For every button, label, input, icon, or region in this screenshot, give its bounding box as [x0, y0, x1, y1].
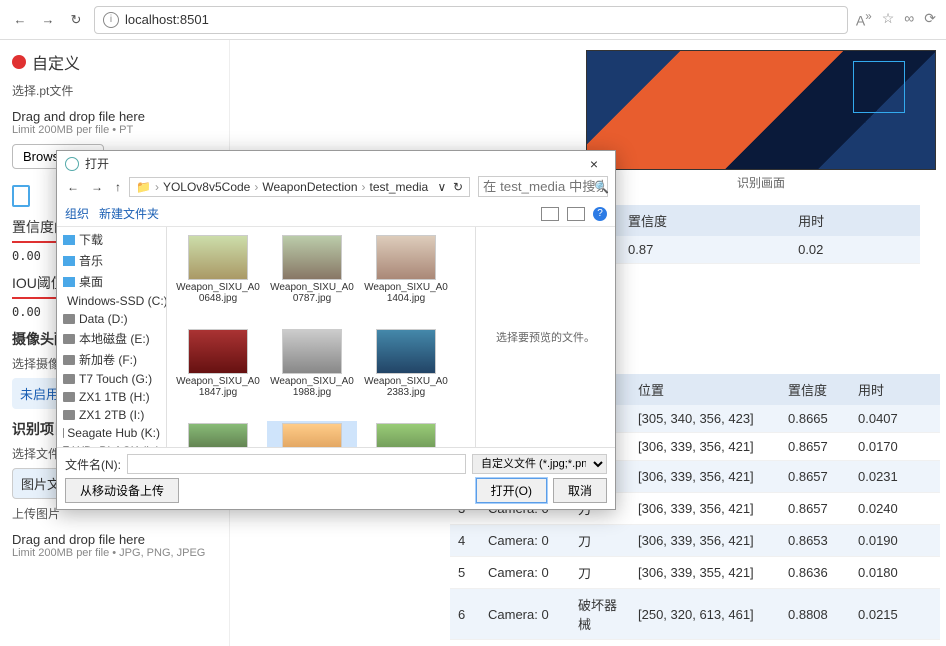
thumbnail-icon	[188, 423, 248, 447]
breadcrumb[interactable]: 📁 › YOLOv8v5Code › WeaponDetection › tes…	[129, 177, 470, 197]
help-icon[interactable]: ?	[593, 207, 607, 221]
thumbnail-icon	[376, 235, 436, 280]
file-filter-select[interactable]: 自定义文件 (*.jpg;*.png;*.jpeg)	[472, 454, 607, 474]
file-name: Weapon_SIXU_A00648.jpg	[175, 282, 261, 304]
preview-hint: 选择要预览的文件。	[496, 329, 595, 345]
th-conf: 置信度	[620, 205, 790, 236]
text-size-icon[interactable]: A»	[856, 10, 872, 29]
preview-pane: 选择要预览的文件。	[475, 227, 615, 447]
edge-icon	[65, 157, 79, 171]
tree-item[interactable]: Data (D:)	[57, 310, 166, 328]
sync-icon[interactable]: ⟳	[924, 10, 936, 29]
tree-item[interactable]: 下载	[57, 229, 166, 250]
new-folder-button[interactable]: 新建文件夹	[99, 205, 159, 222]
dialog-title: 打开	[85, 155, 109, 172]
drop-sub: Limit 200MB per file • PT	[12, 124, 217, 136]
file-item[interactable]: Weapon_SIXU_A01404.jpg	[361, 233, 451, 323]
file-item[interactable]: Weapon_SIXU_A02787.jpg	[173, 421, 263, 447]
th-conf2: 置信度	[780, 374, 850, 405]
tree-item[interactable]: 音乐	[57, 250, 166, 271]
file-item[interactable]: Weapon_SIXU_A03276.jpg	[267, 421, 357, 447]
info-icon: i	[103, 12, 119, 28]
preview-pane-icon[interactable]	[567, 207, 585, 221]
thumbnail-icon	[282, 329, 342, 374]
tree-item[interactable]: T7 Touch (G:)	[57, 370, 166, 388]
crumb-0[interactable]: YOLOv8v5Code	[163, 180, 250, 194]
image-drop-area[interactable]: Drag and drop file here Limit 200MB per …	[12, 526, 217, 565]
filename-input[interactable]	[127, 454, 466, 474]
thumbnail-icon	[188, 329, 248, 374]
refresh-icon[interactable]: ↻	[66, 10, 86, 30]
file-grid[interactable]: Weapon_SIXU_A00648.jpg Weapon_SIXU_A00787…	[167, 227, 475, 447]
drop-sub-2: Limit 200MB per file • JPG, PNG, JPEG	[12, 547, 217, 559]
browser-toolbar: ← → ↻ i localhost:8501 A» ☆ ∞ ⟳	[0, 0, 946, 40]
file-icon	[12, 185, 30, 207]
slider-track[interactable]	[12, 241, 62, 243]
detection-preview	[586, 50, 936, 170]
file-name: Weapon_SIXU_A01988.jpg	[269, 376, 355, 398]
th-time2: 用时	[850, 374, 940, 405]
sidebar-header: 自定义	[12, 50, 217, 74]
cancel-button[interactable]: 取消	[553, 478, 607, 503]
file-name: Weapon_SIXU_A00787.jpg	[269, 282, 355, 304]
thumbnail-icon	[376, 329, 436, 374]
filename-label: 文件名(N):	[65, 456, 121, 473]
view-mode-icon[interactable]	[541, 207, 559, 221]
back-icon[interactable]: ←	[10, 10, 30, 30]
file-item[interactable]: Weapon_SIXU_A02383.jpg	[361, 327, 451, 417]
file-item[interactable]: Weapon_SIXU_A01847.jpg	[173, 327, 263, 417]
organize-menu[interactable]: 组织	[65, 205, 89, 222]
preview-caption: 识别画面	[586, 174, 936, 191]
table-row[interactable]: 4Camera: 0刀[306, 339, 356, 421]0.86530.0…	[450, 525, 940, 557]
tree-item[interactable]: 桌面	[57, 271, 166, 292]
tree-item[interactable]: Seagate Hub (K:)	[57, 424, 166, 442]
file-item[interactable]: Weapon_SIXU_A01988.jpg	[267, 327, 357, 417]
thumbnail-icon	[188, 235, 248, 280]
infinity-icon[interactable]: ∞	[904, 10, 914, 29]
tree-item[interactable]: ZX1 1TB (H:)	[57, 388, 166, 406]
file-item[interactable]: Weapon_SIXU_A00787.jpg	[267, 233, 357, 323]
forward-icon[interactable]: →	[38, 10, 58, 30]
drop-title: Drag and drop file here	[12, 109, 217, 124]
url-bar[interactable]: i localhost:8501	[94, 6, 848, 34]
search-input[interactable]	[478, 176, 608, 197]
table-row[interactable]: 5Camera: 0刀[306, 339, 355, 421]0.86360.0…	[450, 557, 940, 589]
tree-item[interactable]: Windows-SSD (C:)	[57, 292, 166, 310]
upload-mobile-button[interactable]: 从移动设备上传	[65, 478, 179, 503]
custom-heading: 自定义	[32, 50, 80, 74]
th-pos2: 位置	[630, 374, 780, 405]
file-name: Weapon_SIXU_A01847.jpg	[175, 376, 261, 398]
open-button[interactable]: 打开(O)	[476, 478, 547, 503]
browser-right-icons: A» ☆ ∞ ⟳	[856, 10, 936, 29]
crumb-2[interactable]: test_media	[370, 180, 429, 194]
file-name: Weapon_SIXU_A01404.jpg	[363, 282, 449, 304]
nav-up-icon[interactable]: ↑	[111, 178, 125, 196]
folder-tree[interactable]: 下载音乐桌面Windows-SSD (C:)Data (D:)本地磁盘 (E:)…	[57, 227, 167, 447]
tree-item[interactable]: 新加卷 (F:)	[57, 349, 166, 370]
favorite-icon[interactable]: ☆	[882, 10, 895, 29]
iou-slider-track[interactable]	[12, 297, 62, 299]
tree-item[interactable]: 本地磁盘 (E:)	[57, 328, 166, 349]
logo-icon	[12, 55, 26, 69]
nav-fwd-icon[interactable]: →	[87, 178, 107, 196]
search-icon[interactable]: 🔍	[594, 180, 609, 194]
select-pt-label: 选择.pt文件	[12, 82, 217, 99]
table-row[interactable]: 6Camera: 0破坏器械[250, 320, 613, 461]0.8808…	[450, 589, 940, 640]
file-item[interactable]: Weapon_SIXU_A00648.jpg	[173, 233, 263, 323]
crumb-1[interactable]: WeaponDetection	[262, 180, 357, 194]
file-item[interactable]: Weapon_SIXU_A03591.jpg	[361, 421, 451, 447]
drop-title-2: Drag and drop file here	[12, 532, 217, 547]
thumbnail-icon	[282, 235, 342, 280]
url-text: localhost:8501	[125, 12, 209, 27]
tree-item[interactable]: ZX1 2TB (I:)	[57, 406, 166, 424]
th-time: 用时	[790, 205, 920, 236]
file-open-dialog: 打开 × ← → ↑ 📁 › YOLOv8v5Code › WeaponDete…	[56, 150, 616, 510]
nav-back-icon[interactable]: ←	[63, 178, 83, 196]
close-button[interactable]: ×	[579, 156, 609, 172]
file-name: Weapon_SIXU_A02383.jpg	[363, 376, 449, 398]
folder-icon: 📁	[136, 180, 151, 194]
thumbnail-icon	[282, 423, 342, 447]
thumbnail-icon	[376, 423, 436, 447]
